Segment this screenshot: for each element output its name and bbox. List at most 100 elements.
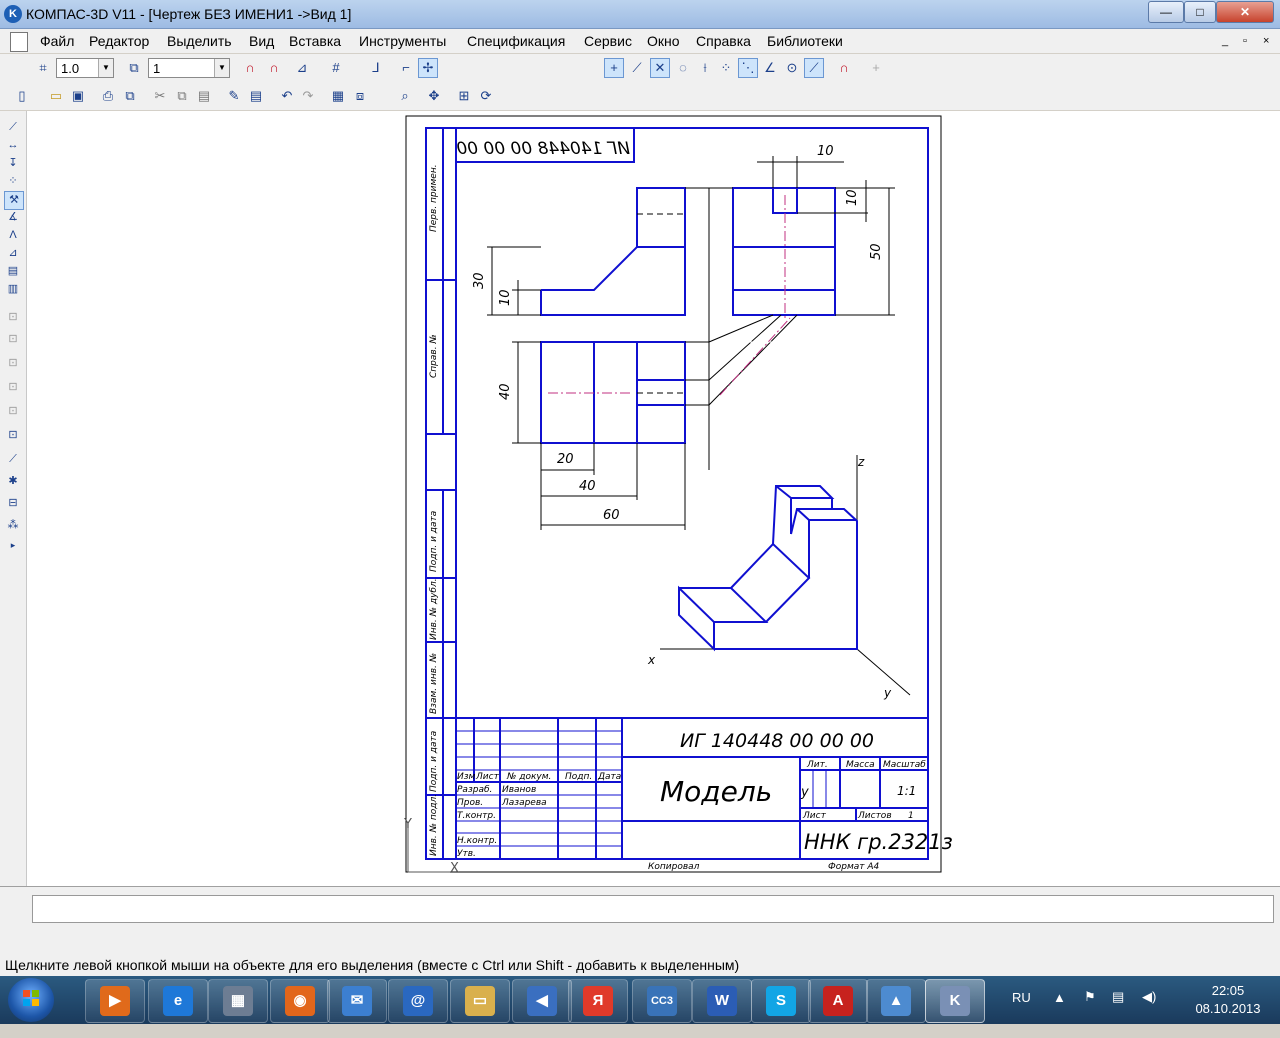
dimensions-icon[interactable]: ↔ [4, 137, 22, 154]
redo-icon[interactable]: ↷ [298, 86, 318, 106]
geometry-icon[interactable]: ⟋ [4, 119, 22, 136]
snap-grid-icon[interactable]: ⁘ [716, 58, 736, 78]
taskbar-skype[interactable]: S [751, 979, 811, 1023]
layer-combo[interactable]: 1 ▼ [148, 58, 230, 78]
drawing-canvas[interactable]: Перв. примен. Справ. № Подп. и дата Инв.… [27, 111, 1280, 886]
taskbar-internet[interactable]: @ [388, 979, 448, 1023]
tool-i-icon[interactable]: ⊟ [4, 495, 22, 512]
panel-expand-icon[interactable]: ▸ [4, 537, 22, 554]
snap-angle-icon[interactable]: ∠ [760, 58, 780, 78]
menu-tools[interactable]: Инструменты [359, 33, 446, 49]
menu-view[interactable]: Вид [249, 33, 274, 49]
ortho-mode-icon[interactable]: ⌐ [396, 58, 416, 78]
cut-icon[interactable]: ✂ [150, 86, 170, 106]
variables-icon[interactable]: ▦ [328, 86, 348, 106]
snap-alignment-icon[interactable]: ⋱ [738, 58, 758, 78]
language-indicator[interactable]: RU [1012, 990, 1031, 1038]
manager-icon[interactable]: ▤ [246, 86, 266, 106]
taskbar-volume[interactable]: ◀ [512, 979, 572, 1023]
new-document-icon[interactable]: ▯ [12, 86, 32, 106]
library-manager-icon[interactable]: ⧈ [350, 86, 370, 106]
menu-service[interactable]: Сервис [584, 33, 632, 49]
grid-icon[interactable]: # [326, 58, 346, 78]
volume-icon[interactable]: ◀) [1142, 989, 1156, 1037]
refresh-icon[interactable]: ⟳ [476, 86, 496, 106]
open-folder-icon[interactable]: ▭ [46, 86, 66, 106]
minimize-button[interactable]: — [1148, 1, 1184, 23]
taskbar-kompas[interactable]: K [925, 979, 985, 1023]
edit-icon[interactable]: ⁘ [4, 173, 22, 190]
paste-icon[interactable]: ▤ [194, 86, 214, 106]
tool-h-icon[interactable]: ✱ [4, 473, 22, 490]
taskbar-yandex[interactable]: Я [568, 979, 628, 1023]
taskbar-css[interactable]: CC3 [632, 979, 692, 1023]
taskbar-folder[interactable]: ▭ [450, 979, 510, 1023]
taskbar-word[interactable]: W [692, 979, 752, 1023]
snap-midpoint-icon[interactable]: ⟋ [804, 58, 824, 78]
magnet-icon[interactable]: ∩ [240, 58, 260, 78]
menu-libraries[interactable]: Библиотеки [767, 33, 843, 49]
copy-icon[interactable]: ⧉ [172, 86, 192, 106]
layer-icon[interactable]: ⧉ [124, 58, 144, 78]
snap-intersection-icon[interactable]: ✕ [650, 58, 670, 78]
taskbar-internet-explorer[interactable]: e [148, 979, 208, 1023]
taskbar-media-player[interactable]: ▶ [85, 979, 145, 1023]
print-icon[interactable]: ⧉ [120, 86, 140, 106]
reports-icon[interactable]: ▥ [4, 281, 22, 298]
select-icon[interactable]: Λ [4, 227, 22, 244]
tool-f-icon[interactable]: ⊡ [4, 427, 22, 444]
menu-window[interactable]: Окно [647, 33, 680, 49]
snap-normal-icon[interactable]: ⟊ [695, 58, 715, 78]
start-button[interactable] [8, 978, 54, 1022]
scale-icon[interactable]: ⌗ [33, 58, 53, 78]
spec-icon[interactable]: ▤ [4, 263, 22, 280]
cursor-params-icon[interactable]: ✢ [418, 58, 438, 78]
local-snap-icon[interactable]: ∩ [264, 58, 284, 78]
menu-insert[interactable]: Вставка [289, 33, 341, 49]
layers-icon[interactable]: ⊞ [454, 86, 474, 106]
associative-views-icon[interactable]: ⊿ [4, 245, 22, 262]
tool-d-icon[interactable]: ⊡ [4, 379, 22, 396]
taskbar-firefox[interactable]: ◉ [270, 979, 330, 1023]
tool-a-icon[interactable]: ⊡ [4, 309, 22, 326]
tool-g-icon[interactable]: ⟋ [4, 451, 22, 468]
mdi-restore-button[interactable]: ▫ [1243, 35, 1247, 47]
clock[interactable]: 22:05 08.10.2013 [1180, 982, 1276, 1018]
pan-icon[interactable]: ✥ [424, 86, 444, 106]
snap-magnet-icon[interactable]: ∩ [834, 58, 854, 78]
mdi-minimize-button[interactable]: _ [1222, 35, 1228, 47]
snap-center-icon[interactable]: ⊙ [782, 58, 802, 78]
snap-tangent-icon[interactable]: ◌ [673, 58, 693, 78]
snap-nearest-icon[interactable]: ⟋ [627, 58, 647, 78]
snap-extra-icon[interactable]: + [866, 58, 886, 78]
tool-e-icon[interactable]: ⊡ [4, 403, 22, 420]
property-field[interactable] [32, 895, 1274, 923]
parametrization-icon[interactable]: ⚒ [4, 191, 24, 210]
tool-j-icon[interactable]: ⁂ [4, 517, 22, 534]
tool-c-icon[interactable]: ⊡ [4, 355, 22, 372]
local-cs-icon[interactable]: ⅃ [366, 58, 386, 78]
designations-icon[interactable]: ↧ [4, 155, 22, 172]
ortho-icon[interactable]: ⊿ [292, 58, 312, 78]
close-button[interactable]: ✕ [1216, 1, 1274, 23]
menu-file[interactable]: Файл [40, 33, 74, 49]
drawing-svg[interactable]: Перв. примен. Справ. № Подп. и дата Инв.… [27, 111, 1280, 886]
menu-help[interactable]: Справка [696, 33, 751, 49]
measure-icon[interactable]: ∡ [4, 209, 22, 226]
network-icon[interactable]: ▤ [1112, 989, 1124, 1037]
save-icon[interactable]: ▣ [68, 86, 88, 106]
properties-icon[interactable]: ✎ [224, 86, 244, 106]
show-hidden-icons[interactable]: ▲ [1053, 990, 1066, 1038]
chevron-down-icon[interactable]: ▼ [214, 59, 229, 77]
scale-combo[interactable]: 1.0 ▼ [56, 58, 114, 78]
undo-icon[interactable]: ↶ [277, 86, 297, 106]
taskbar-mail[interactable]: ✉ [327, 979, 387, 1023]
chevron-down-icon[interactable]: ▼ [98, 59, 113, 77]
action-center-flag-icon[interactable]: ⚑ [1084, 989, 1096, 1037]
document-icon[interactable] [10, 32, 28, 52]
snap-point-icon[interactable]: + [604, 58, 624, 78]
tool-b-icon[interactable]: ⊡ [4, 331, 22, 348]
zoom-icon[interactable]: ⌕ [395, 86, 415, 106]
taskbar-acrobat[interactable]: A [808, 979, 868, 1023]
maximize-button[interactable]: □ [1184, 1, 1216, 23]
